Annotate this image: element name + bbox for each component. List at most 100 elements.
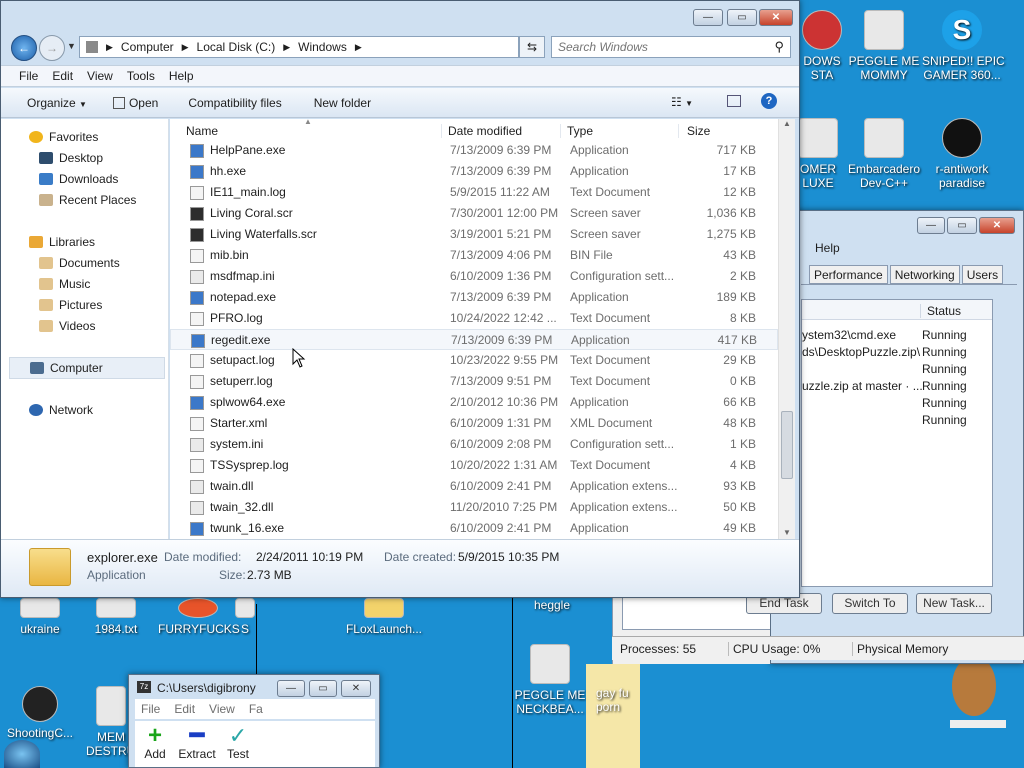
nav-pictures[interactable]: Pictures [39, 298, 102, 312]
file-row[interactable]: system.ini 6/10/2009 2:08 PM Configuration… [170, 434, 778, 455]
file-row[interactable]: hh.exe 7/13/2009 6:39 PM Application 17 KB [170, 161, 778, 182]
menu-file[interactable]: File [19, 69, 38, 83]
view-options-icon[interactable]: ☷ ▼ [671, 95, 693, 109]
address-bar[interactable]: ▶ Computer ▶ Local Disk (C:) ▶ Windows ▶ [79, 36, 519, 58]
refresh-button[interactable]: ⇆ [519, 36, 545, 58]
file-row[interactable]: notepad.exe 7/13/2009 6:39 PM Application 1… [170, 287, 778, 308]
breadcrumb-local-disk[interactable]: Local Disk (C:) [197, 40, 276, 54]
nav-libraries[interactable]: Libraries [29, 235, 95, 249]
maximize-button[interactable]: ▭ [309, 680, 337, 697]
archive-window[interactable]: 7z C:\Users\digibrony — ▭ ✕ File Edit Vi… [128, 674, 380, 768]
maximize-button[interactable]: ▭ [947, 217, 977, 234]
minimize-button[interactable]: — [693, 9, 723, 26]
nav-documents[interactable]: Documents [39, 256, 120, 270]
desktop-icon[interactable]: FLoxLaunch... [344, 598, 424, 636]
open-button[interactable]: Open [112, 96, 158, 110]
menu-fa[interactable]: Fa [249, 702, 263, 716]
new-folder-button[interactable]: New folder [314, 96, 371, 110]
desktop-icon[interactable]: ukraine [0, 598, 80, 636]
switch-to-button[interactable]: Switch To [832, 593, 908, 614]
menu-view[interactable]: View [87, 69, 113, 83]
forward-button[interactable]: → [39, 35, 65, 61]
add-button[interactable]: + Add [139, 724, 171, 762]
menu-file[interactable]: File [141, 702, 160, 716]
nav-desktop[interactable]: Desktop [39, 151, 103, 165]
desktop-icon[interactable]: gay fu porn [596, 686, 640, 714]
menu-help[interactable]: Help [169, 69, 194, 83]
menu-tools[interactable]: Tools [127, 69, 155, 83]
menu-help[interactable]: Help [815, 241, 840, 255]
file-list[interactable]: ▲ Name Date modified Type Size HelpPane.… [170, 119, 778, 539]
nav-network[interactable]: Network [29, 403, 93, 417]
file-row[interactable]: TSSysprep.log 10/20/2022 1:31 AM Text Docu… [170, 455, 778, 476]
menu-view[interactable]: View [209, 702, 235, 716]
nav-music[interactable]: Music [39, 277, 90, 291]
column-status[interactable]: Status [920, 304, 992, 318]
file-row[interactable]: splwow64.exe 2/10/2012 10:36 PM Applicatio… [170, 392, 778, 413]
breadcrumb-windows[interactable]: Windows [298, 40, 347, 54]
new-task-button[interactable]: New Task... [916, 593, 992, 614]
desktop-icon[interactable]: 1984.txt [76, 598, 156, 636]
minimize-button[interactable]: — [277, 680, 305, 697]
start-orb-icon[interactable] [4, 740, 40, 768]
desktop-icon[interactable]: S SNIPED!! EPIC GAMER 360... [922, 10, 1005, 82]
tab-performance[interactable]: Performance [809, 265, 888, 284]
scroll-up-arrow[interactable]: ▲ [779, 119, 795, 128]
column-size[interactable]: Size [678, 124, 760, 138]
nav-recent-places[interactable]: Recent Places [39, 193, 136, 207]
help-icon[interactable]: ? [761, 93, 777, 109]
recent-pages-dropdown[interactable]: ▼ [67, 41, 76, 51]
file-row[interactable]: setupact.log 10/23/2022 9:55 PM Text Docum… [170, 350, 778, 371]
desktop-icon[interactable]: PEGGLE ME MOMMY [844, 10, 924, 82]
file-row[interactable]: msdfmap.ini 6/10/2009 1:36 PM Configuratio… [170, 266, 778, 287]
extract-button[interactable]: ━ Extract [177, 724, 217, 762]
organize-button[interactable]: Organize ▼ [27, 96, 87, 110]
desktop-icon[interactable]: PEGGLE ME NECKBEA... [510, 644, 590, 716]
test-button[interactable]: ✓ Test [221, 725, 255, 762]
file-row[interactable]: Living Coral.scr 7/30/2001 12:00 PM Screen… [170, 203, 778, 224]
search-input[interactable] [552, 37, 762, 57]
search-box[interactable]: ⚲ [551, 36, 791, 58]
nav-favorites[interactable]: Favorites [29, 130, 98, 144]
nav-downloads[interactable]: Downloads [39, 172, 118, 186]
file-row[interactable]: setuperr.log 7/13/2009 9:51 PM Text Docume… [170, 371, 778, 392]
preview-pane-icon[interactable] [727, 95, 741, 107]
file-row[interactable]: mib.bin 7/13/2009 4:06 PM BIN File 43 KB [170, 245, 778, 266]
nav-computer[interactable]: Computer [9, 357, 165, 379]
column-date-modified[interactable]: Date modified [441, 124, 559, 138]
file-row[interactable]: regedit.exe 7/13/2009 6:39 PM Application 4… [170, 329, 778, 350]
file-row[interactable]: twunk_16.exe 6/10/2009 2:41 PM Application… [170, 518, 778, 539]
column-type[interactable]: Type [560, 124, 676, 138]
file-row[interactable]: twain_32.dll 11/20/2010 7:25 PM Applicatio… [170, 497, 778, 518]
desktop-icon[interactable]: r-antiwork paradise [922, 118, 1002, 190]
breadcrumb-computer[interactable]: Computer [121, 40, 174, 54]
desktop-icon[interactable]: ShootingC... [0, 686, 80, 740]
maximize-button[interactable]: ▭ [727, 9, 757, 26]
nav-videos[interactable]: Videos [39, 319, 95, 333]
desktop-icon[interactable]: FURRYFUCKS [158, 598, 240, 636]
tab-networking[interactable]: Networking [889, 265, 960, 284]
search-icon[interactable]: ⚲ [774, 39, 784, 55]
menu-edit[interactable]: Edit [52, 69, 73, 83]
scroll-down-arrow[interactable]: ▼ [779, 528, 795, 537]
close-button[interactable]: ✕ [979, 217, 1015, 234]
column-name[interactable]: Name [186, 124, 440, 138]
menu-edit[interactable]: Edit [174, 702, 195, 716]
back-button[interactable]: ← [11, 35, 37, 61]
file-row[interactable]: PFRO.log 10/24/2022 12:42 ... Text Documen… [170, 308, 778, 329]
scroll-thumb[interactable] [781, 411, 793, 479]
desktop-icon[interactable]: heggle [512, 598, 592, 612]
compatibility-files-button[interactable]: Compatibility files [188, 96, 281, 110]
close-button[interactable]: ✕ [759, 9, 793, 26]
file-row[interactable]: Living Waterfalls.scr 3/19/2001 5:21 PM Sc… [170, 224, 778, 245]
file-row[interactable]: Starter.xml 6/10/2009 1:31 PM XML Document… [170, 413, 778, 434]
vertical-scrollbar[interactable]: ▲ ▼ [778, 119, 795, 539]
explorer-window[interactable]: — ▭ ✕ ← → ▼ ▶ Computer ▶ Local Disk (C:)… [0, 0, 800, 598]
file-row[interactable]: IE11_main.log 5/9/2015 11:22 AM Text Docum… [170, 182, 778, 203]
desktop-icon[interactable]: Embarcadero Dev-C++ [844, 118, 924, 190]
minimize-button[interactable]: — [917, 217, 945, 234]
file-row[interactable]: HelpPane.exe 7/13/2009 6:39 PM Application… [170, 140, 778, 161]
process-list[interactable]: Status ystem32\cmd.exe Running ds\Desktop… [801, 299, 993, 587]
close-button[interactable]: ✕ [341, 680, 371, 697]
file-row[interactable]: twain.dll 6/10/2009 2:41 PM Application ex… [170, 476, 778, 497]
